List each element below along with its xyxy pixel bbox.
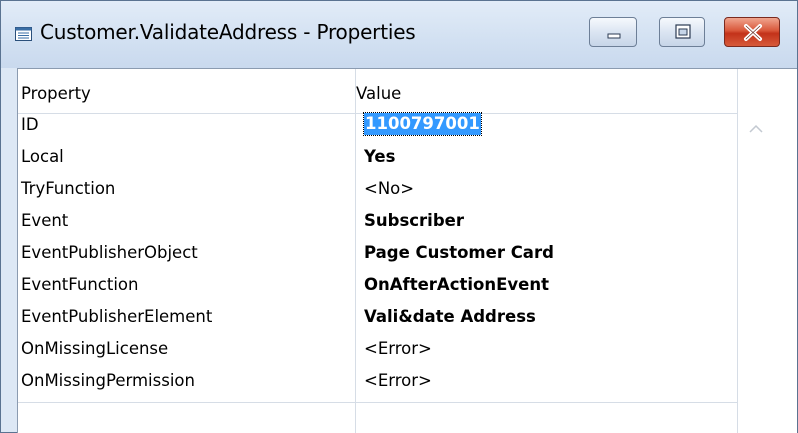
maximize-icon	[675, 24, 691, 39]
property-name: EventPublisherObject	[21, 243, 198, 262]
property-row-onmissinglicense[interactable]: OnMissingLicense <Error>	[18, 334, 737, 366]
window-title: Customer.ValidateAddress - Properties	[40, 20, 416, 44]
properties-window-icon	[15, 27, 32, 41]
minimize-button[interactable]	[589, 17, 637, 47]
property-name: OnMissingLicense	[21, 339, 169, 358]
property-row-onmissingpermission[interactable]: OnMissingPermission <Error>	[18, 366, 737, 398]
maximize-button[interactable]	[659, 17, 705, 47]
property-value-selected[interactable]: 1100797001	[363, 112, 482, 136]
property-name: TryFunction	[21, 179, 116, 198]
close-icon	[744, 24, 762, 41]
property-name: OnMissingPermission	[21, 371, 195, 390]
property-value[interactable]: Vali&date Address	[364, 307, 536, 326]
property-row-local[interactable]: Local Yes	[18, 142, 737, 174]
properties-window: Customer.ValidateAddress - Properties Pr…	[0, 0, 798, 433]
minimize-icon	[607, 33, 621, 39]
grid-header-row: Property Value	[18, 79, 737, 111]
property-row-eventfunction[interactable]: EventFunction OnAfterActionEvent	[18, 270, 737, 302]
property-row-eventpublisherelement[interactable]: EventPublisherElement Vali&date Address	[18, 302, 737, 334]
property-row-id[interactable]: ID 1100797001	[18, 110, 737, 142]
scroll-up-icon[interactable]	[748, 124, 764, 134]
property-value[interactable]: Subscriber	[364, 211, 464, 230]
property-row-eventpublisherobject[interactable]: EventPublisherObject Page Customer Card	[18, 238, 737, 270]
property-value[interactable]: <No>	[364, 179, 414, 198]
title-bar[interactable]: Customer.ValidateAddress - Properties	[1, 1, 797, 68]
property-row-tryfunction[interactable]: TryFunction <No>	[18, 174, 737, 206]
property-name: Event	[21, 211, 69, 230]
header-property: Property	[21, 84, 91, 103]
row-divider	[18, 402, 737, 403]
property-name: EventFunction	[21, 275, 139, 294]
scrollbar-divider	[737, 69, 738, 433]
property-value[interactable]: <Error>	[364, 371, 432, 390]
property-value[interactable]: Page Customer Card	[364, 243, 554, 262]
property-grid[interactable]: Property Value ID 1100797001 Local Yes T…	[17, 68, 797, 433]
property-name: EventPublisherElement	[21, 307, 213, 326]
property-name: ID	[21, 115, 39, 134]
property-value[interactable]: Yes	[364, 147, 395, 166]
property-name: Local	[21, 147, 64, 166]
close-button[interactable]	[724, 17, 780, 47]
header-value: Value	[356, 84, 402, 103]
property-value[interactable]: OnAfterActionEvent	[364, 275, 549, 294]
property-row-event[interactable]: Event Subscriber	[18, 206, 737, 238]
property-value[interactable]: <Error>	[364, 339, 432, 358]
